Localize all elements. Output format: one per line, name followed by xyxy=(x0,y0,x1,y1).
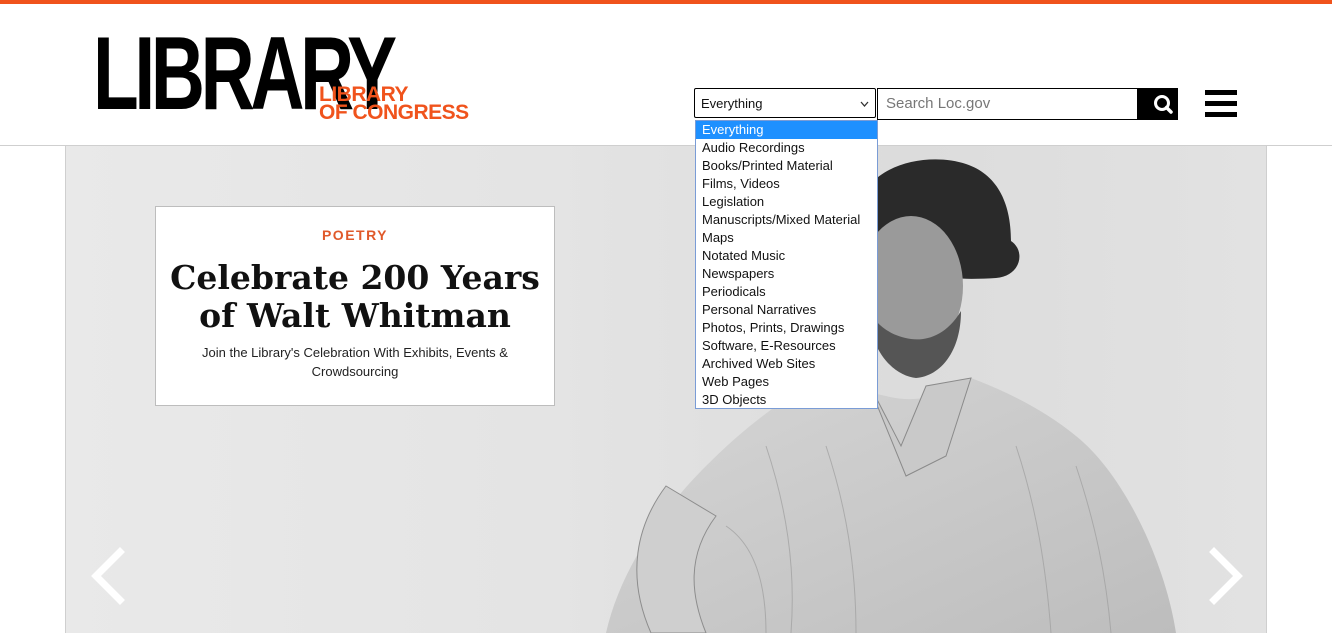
feature-title[interactable]: Celebrate 200 Years of Walt Whitman xyxy=(156,259,554,335)
site-header: LIBRARY LIBRARY OF CONGRESS xyxy=(0,4,1332,146)
search-input[interactable]: Search Loc.gov xyxy=(877,88,1138,120)
dropdown-option[interactable]: Web Pages xyxy=(696,373,877,391)
dropdown-option[interactable]: Manuscripts/Mixed Material xyxy=(696,211,877,229)
dropdown-option[interactable]: Legislation xyxy=(696,193,877,211)
feature-title-line2: of Walt Whitman xyxy=(199,296,511,335)
search-scope-dropdown: Everything Audio Recordings Books/Printe… xyxy=(695,120,878,409)
chevron-right-icon[interactable] xyxy=(1206,546,1246,606)
dropdown-option[interactable]: Books/Printed Material xyxy=(696,157,877,175)
library-of-congress-logo[interactable]: LIBRARY LIBRARY OF CONGRESS xyxy=(93,22,473,126)
search-button[interactable] xyxy=(1138,88,1178,120)
logo-subtitle-line2: OF CONGRESS xyxy=(319,101,469,124)
logo-subtitle: LIBRARY OF CONGRESS xyxy=(319,84,469,124)
search-bar: Everything Search Loc.gov xyxy=(694,88,1178,120)
search-scope-value: Everything xyxy=(701,96,763,111)
dropdown-option[interactable]: Software, E-Resources xyxy=(696,337,877,355)
dropdown-option[interactable]: Personal Narratives xyxy=(696,301,877,319)
dropdown-option[interactable]: Periodicals xyxy=(696,283,877,301)
search-scope-select[interactable]: Everything xyxy=(694,88,876,118)
dropdown-option[interactable]: Audio Recordings xyxy=(696,139,877,157)
dropdown-option[interactable]: Everything xyxy=(696,121,877,139)
dropdown-option[interactable]: Photos, Prints, Drawings xyxy=(696,319,877,337)
hero-feature-card[interactable]: POETRY Celebrate 200 Years of Walt Whitm… xyxy=(155,206,555,406)
dropdown-option[interactable]: Maps xyxy=(696,229,877,247)
dropdown-option[interactable]: Notated Music xyxy=(696,247,877,265)
feature-category: POETRY xyxy=(321,227,389,243)
feature-title-line1: Celebrate 200 Years xyxy=(170,258,540,297)
search-icon xyxy=(1154,95,1173,114)
dropdown-option[interactable]: Films, Videos xyxy=(696,175,877,193)
dropdown-option[interactable]: 3D Objects xyxy=(696,391,877,409)
dropdown-option[interactable]: Archived Web Sites xyxy=(696,355,877,373)
feature-subtitle: Join the Library's Celebration With Exhi… xyxy=(202,345,508,379)
chevron-left-icon[interactable] xyxy=(88,546,128,606)
dropdown-option[interactable]: Newspapers xyxy=(696,265,877,283)
hamburger-menu-icon[interactable] xyxy=(1205,90,1237,118)
